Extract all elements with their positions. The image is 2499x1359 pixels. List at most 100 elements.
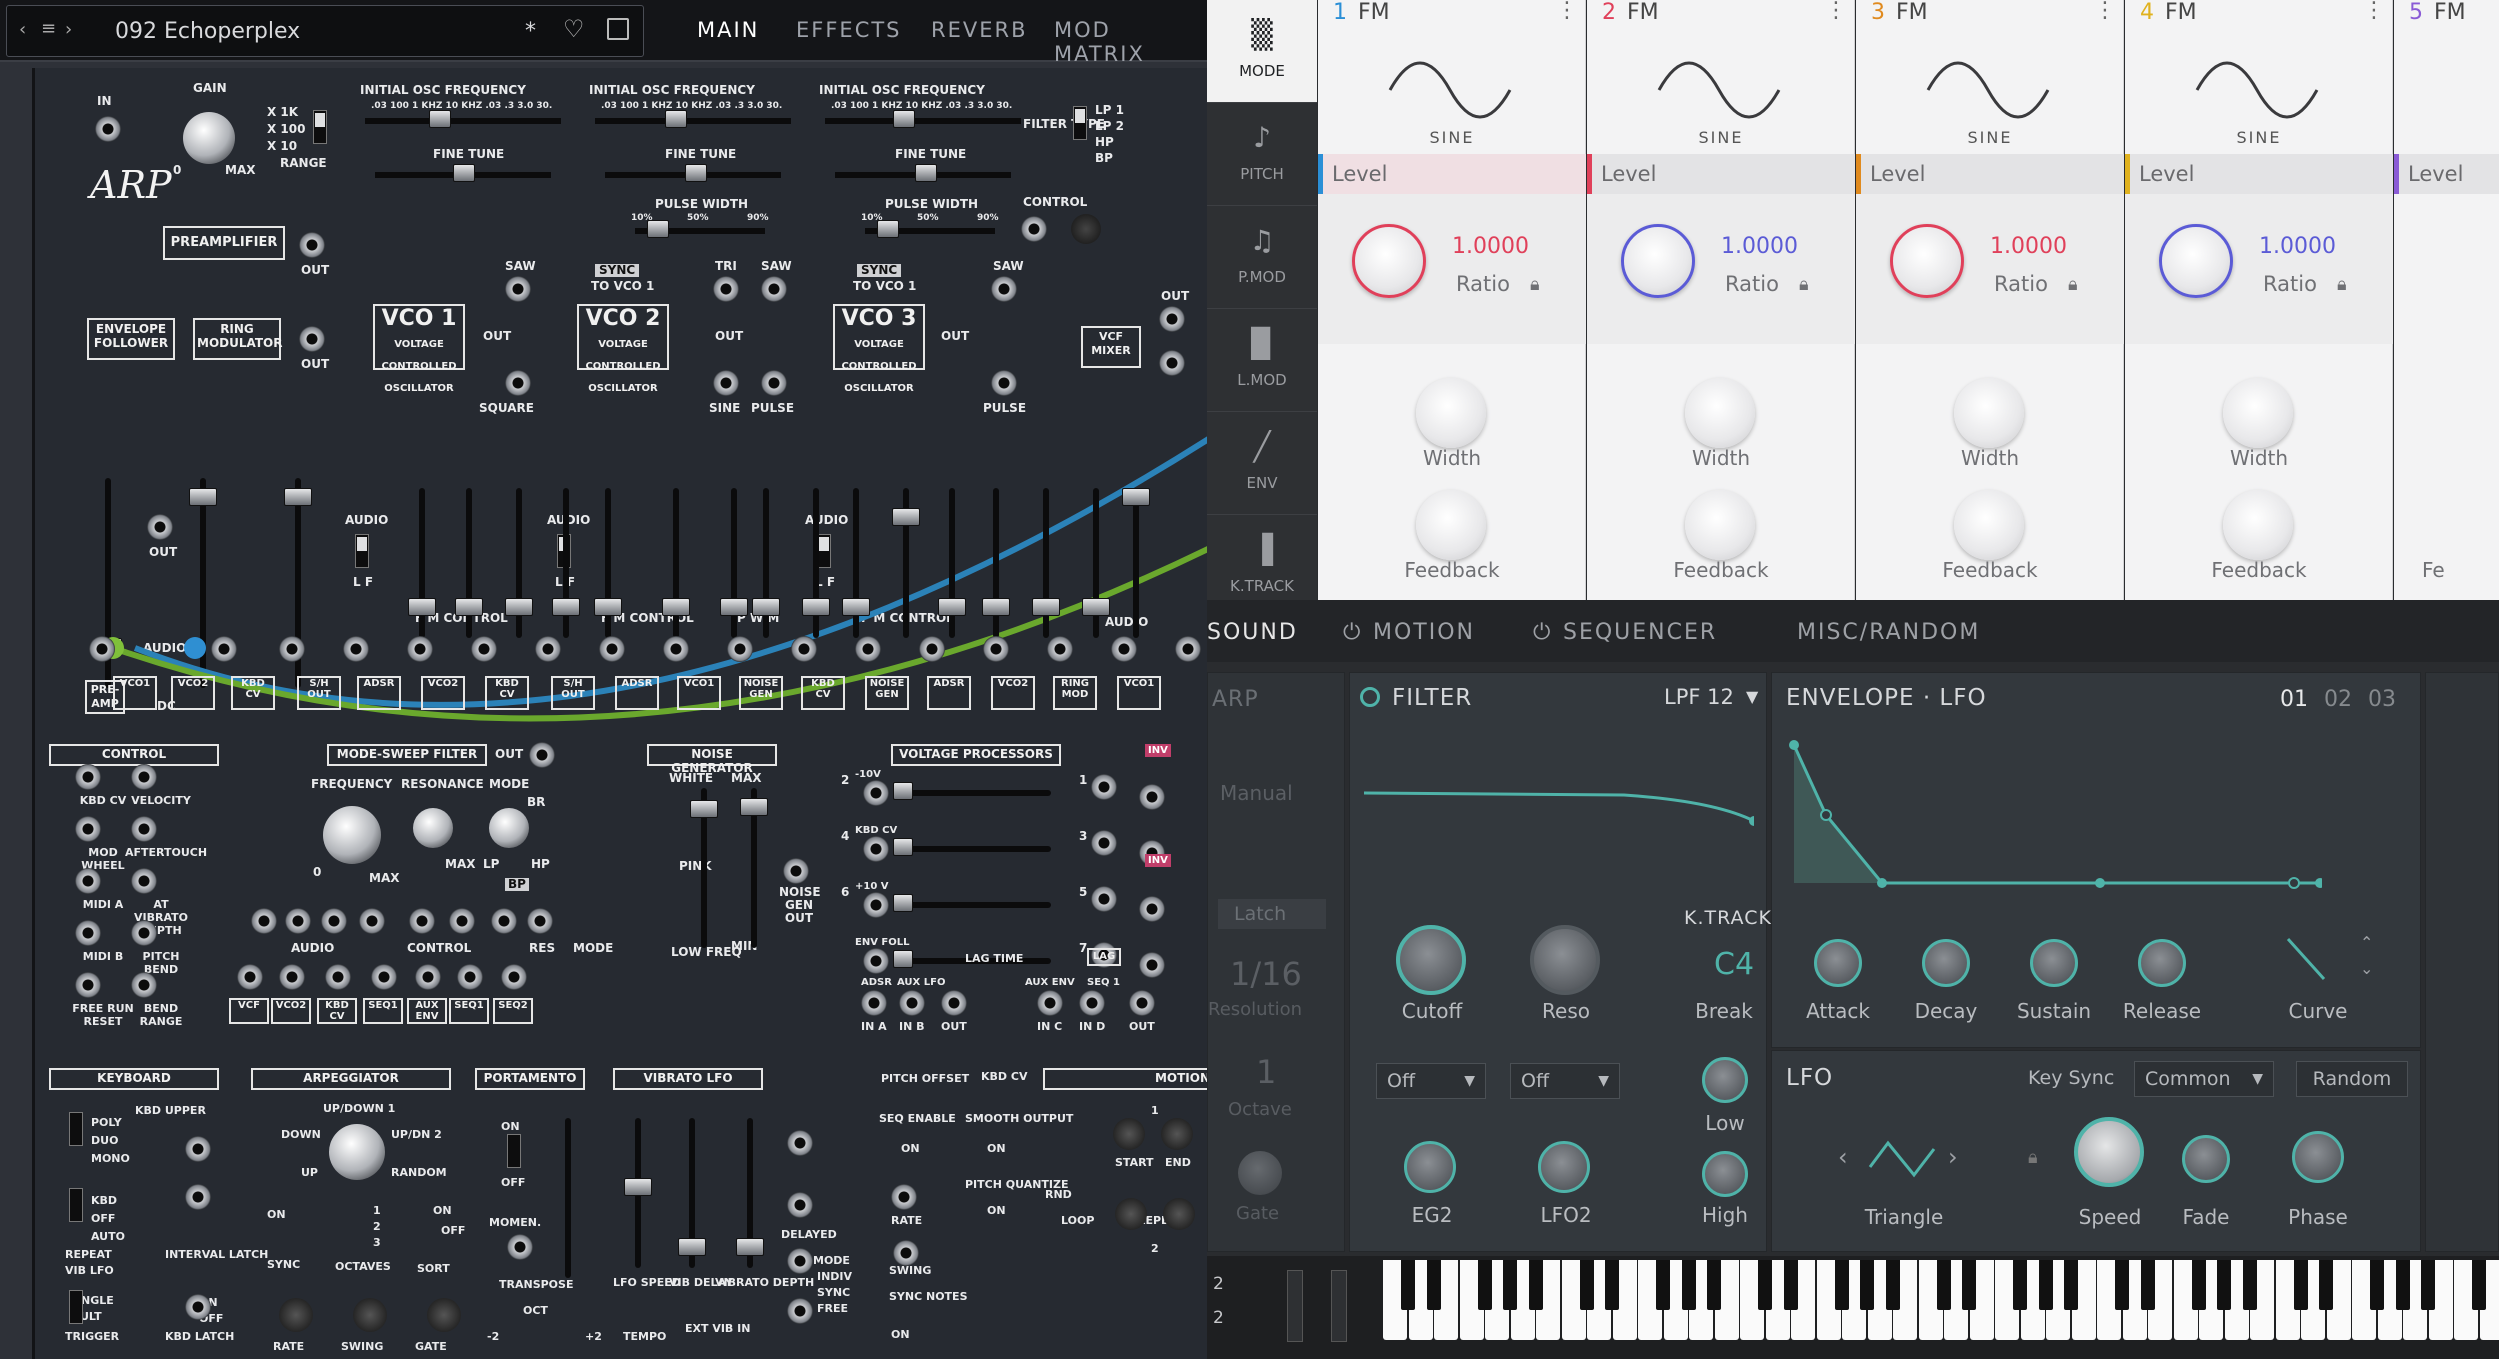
- black-key-11[interactable]: [1681, 1260, 1696, 1310]
- patch-jack-12[interactable]: [919, 636, 945, 662]
- black-key-3[interactable]: [1477, 1260, 1492, 1310]
- mixer-fader-6[interactable]: [720, 488, 748, 638]
- feedback-knob[interactable]: [1416, 490, 1486, 560]
- heart-icon[interactable]: ♡: [563, 15, 585, 43]
- tab-reverb[interactable]: REVERB: [931, 18, 1028, 42]
- mixer-fader-12[interactable]: [982, 488, 1010, 638]
- mixer-fader-1[interactable]: [455, 488, 483, 638]
- lock-icon[interactable]: 🔒︎: [1530, 274, 1540, 295]
- tab-effects[interactable]: EFFECTS: [796, 18, 902, 42]
- lock-icon[interactable]: 🔒︎: [1799, 274, 1809, 295]
- tab-misc-random[interactable]: MISC/RANDOM: [1797, 620, 1980, 645]
- ratio-knob[interactable]: [1890, 224, 1964, 298]
- msf-jack-row1-4[interactable]: [409, 908, 435, 934]
- mixer-fader-10[interactable]: [892, 488, 920, 638]
- mixer-fader-cap-0[interactable]: [408, 598, 436, 616]
- level-bar[interactable]: Level: [1318, 154, 1586, 194]
- porta-switch[interactable]: [507, 1134, 521, 1168]
- save-icon[interactable]: [607, 18, 629, 40]
- chevron-down-icon[interactable]: ⌄: [2360, 959, 2373, 978]
- control-jack-9[interactable]: [131, 972, 157, 998]
- keyboard-control-4[interactable]: [185, 1184, 211, 1210]
- power-icon-sequencer[interactable]: ⏻: [1533, 620, 1552, 645]
- noise-level-fader[interactable]: [740, 788, 768, 948]
- msf-jack-row1-1[interactable]: [285, 908, 311, 934]
- chevron-left-icon[interactable]: ‹: [1838, 1143, 1848, 1171]
- preset-selector[interactable]: ‹ ≡ › 092 Echoperplex * ♡: [6, 5, 644, 57]
- arp-knob-0[interactable]: [279, 1298, 313, 1332]
- random-button[interactable]: Random: [2296, 1061, 2408, 1097]
- mixer-fader-8[interactable]: [802, 488, 830, 638]
- vibrato-jack-1[interactable]: [787, 1192, 813, 1218]
- patch-jack-9[interactable]: [727, 636, 753, 662]
- tab-main[interactable]: MAIN: [697, 18, 759, 42]
- ratio-value[interactable]: 1.0000: [1721, 234, 1798, 259]
- control-jack-2[interactable]: [75, 816, 101, 842]
- porta-jack[interactable]: [507, 1234, 533, 1260]
- arp-knob-2[interactable]: [427, 1298, 461, 1332]
- motion-knob-0[interactable]: [1113, 1118, 1145, 1150]
- black-key-31[interactable]: [2191, 1260, 2206, 1310]
- black-key-0[interactable]: [1401, 1260, 1415, 1310]
- mixer-fader-cap-15[interactable]: [1122, 488, 1150, 506]
- frequency-knob[interactable]: [323, 806, 381, 864]
- ratio-value[interactable]: 1.0000: [2259, 234, 2336, 259]
- env-point-sustain[interactable]: [2095, 878, 2105, 888]
- motion-jack-1[interactable]: [893, 1240, 919, 1266]
- vp-jack-b-3[interactable]: [1139, 952, 1165, 978]
- power-icon-motion[interactable]: ⏻: [1343, 620, 1362, 645]
- control-jack-7[interactable]: [131, 920, 157, 946]
- keysync-dropdown[interactable]: Common ▼: [2134, 1061, 2274, 1097]
- reso-knob[interactable]: [1530, 925, 1600, 995]
- env-point-attack[interactable]: [1820, 809, 1832, 821]
- vp-jack-in-1[interactable]: [863, 836, 889, 862]
- vp-slider-3[interactable]: [893, 950, 913, 968]
- noise-out-jack[interactable]: [783, 858, 809, 884]
- mixer-fader-4[interactable]: [594, 488, 622, 638]
- blue-cable-plug[interactable]: [184, 637, 206, 659]
- mixer-fader-cap-6[interactable]: [720, 598, 748, 616]
- env-point-start[interactable]: [1789, 740, 1799, 750]
- control-jack-4[interactable]: [75, 868, 101, 894]
- chevron-right-icon[interactable]: ›: [65, 19, 72, 40]
- env-point-release[interactable]: [2288, 877, 2300, 889]
- env-tab-02[interactable]: 02: [2324, 687, 2352, 712]
- control-jack-3[interactable]: [131, 816, 157, 842]
- mixer-fader-3[interactable]: [552, 488, 580, 638]
- arp-mode-knob[interactable]: [329, 1124, 385, 1180]
- curve-shape-icon[interactable]: [2284, 935, 2330, 985]
- patch-jack-2[interactable]: [279, 636, 305, 662]
- black-key-14[interactable]: [1758, 1260, 1772, 1310]
- black-key-25[interactable]: [2038, 1260, 2053, 1310]
- vibrato-fader-cap-0[interactable]: [624, 1178, 652, 1196]
- control-jack-1[interactable]: [131, 764, 157, 790]
- vp-jack-b-2[interactable]: [1139, 896, 1165, 922]
- vp-bottom-jack-2[interactable]: [941, 990, 967, 1016]
- black-key-32[interactable]: [2217, 1260, 2231, 1310]
- mixer-fader-5[interactable]: [662, 488, 690, 638]
- feedback-knob[interactable]: [2223, 490, 2293, 560]
- chevron-left-icon[interactable]: ‹: [19, 19, 26, 40]
- black-key-4[interactable]: [1503, 1260, 1517, 1310]
- kebab-menu-icon[interactable]: ⋮: [1825, 0, 1847, 23]
- mixer-fader-13[interactable]: [1032, 488, 1060, 638]
- black-key-7[interactable]: [1579, 1260, 1594, 1310]
- vp-jack-in-3[interactable]: [863, 948, 889, 974]
- width-knob[interactable]: [1685, 378, 1755, 448]
- lock-icon[interactable]: 🔒︎: [2068, 274, 2078, 295]
- motion-jack-0[interactable]: [891, 1184, 917, 1210]
- keyboard-control-1[interactable]: [69, 1188, 83, 1222]
- msf-jack-row1-7[interactable]: [527, 908, 553, 934]
- ratio-knob[interactable]: [1352, 224, 1426, 298]
- lock-icon[interactable]: 🔒︎: [2337, 274, 2347, 295]
- mod2-dropdown[interactable]: Off ▼: [1510, 1063, 1620, 1099]
- mixer-fader-cap-8[interactable]: [802, 598, 830, 616]
- mixer-fader-cap-14[interactable]: [1082, 598, 1110, 616]
- vp-jack-b-0[interactable]: [1139, 784, 1165, 810]
- black-key-1[interactable]: [1426, 1260, 1441, 1310]
- feedback-knob[interactable]: [1685, 490, 1755, 560]
- lock-icon[interactable]: 🔒︎: [2028, 1147, 2038, 1168]
- vp-bottom-jack-1[interactable]: [899, 990, 925, 1016]
- vp-jack-out-1[interactable]: [1091, 830, 1117, 856]
- black-key-33[interactable]: [2242, 1260, 2257, 1310]
